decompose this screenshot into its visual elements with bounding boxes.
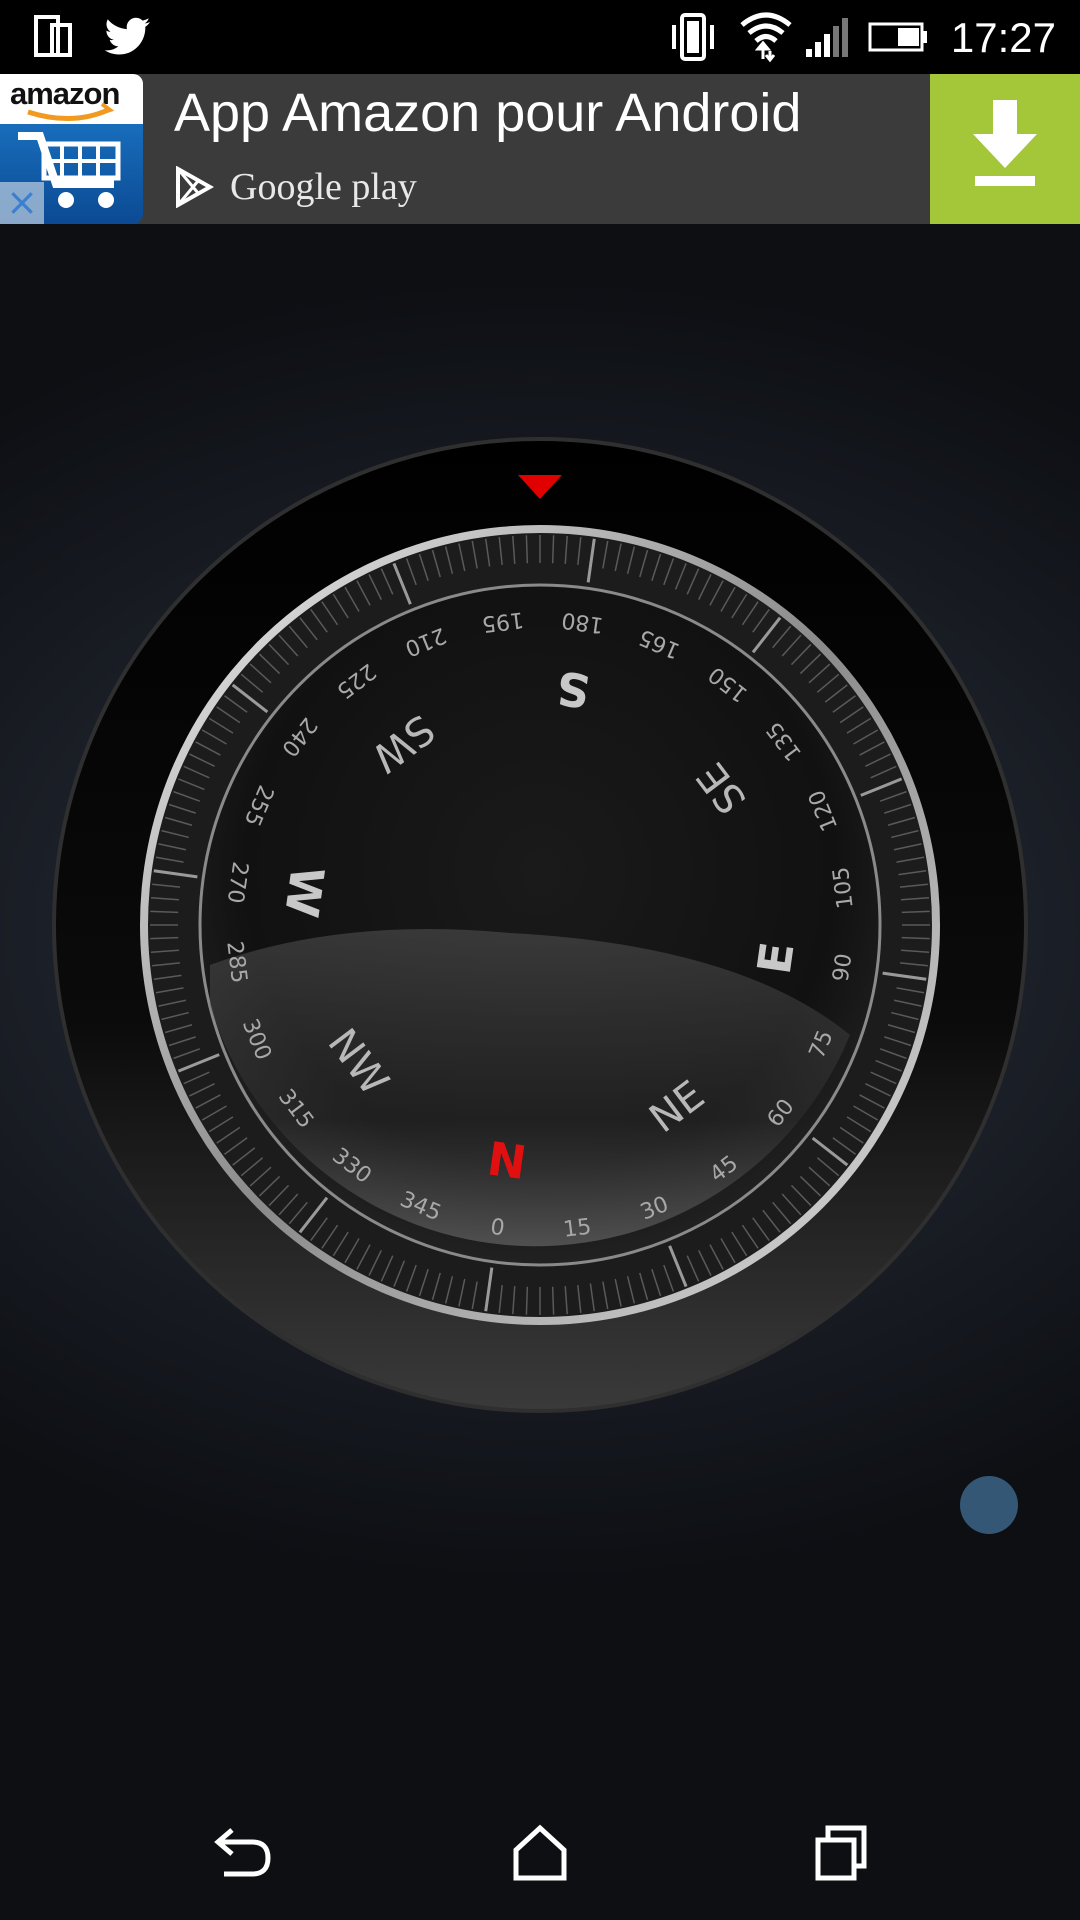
status-time: 17:27 (950, 14, 1056, 61)
google-play-badge[interactable]: Google play (174, 164, 417, 210)
minor-tick (150, 910, 179, 914)
twitter-icon (104, 10, 152, 64)
minor-tick (525, 535, 529, 564)
download-button[interactable] (930, 74, 1080, 224)
status-bar: 17:27 (0, 0, 1080, 74)
minor-tick (525, 1286, 529, 1315)
degree-label: 15 (562, 1215, 593, 1243)
degree-label: 105 (829, 865, 859, 910)
minor-tick (551, 535, 555, 564)
ad-banner[interactable]: amazon × App Amazon pour Android Google … (0, 74, 1080, 224)
degree-label: 90 (829, 952, 858, 983)
minor-tick (901, 910, 930, 914)
navigation-bar (0, 1776, 1080, 1920)
minor-tick (551, 1286, 555, 1315)
cardinal-n: N (484, 1131, 530, 1190)
home-icon[interactable] (500, 1812, 580, 1892)
minor-tick (150, 936, 179, 940)
download-icon (973, 100, 1037, 186)
compass-dial: 0 153045607590105120135150165180195210225… (52, 437, 1028, 1413)
battery-icon (868, 10, 928, 64)
close-icon[interactable]: × (0, 182, 44, 224)
signal-icon (804, 10, 854, 64)
play-store-icon (176, 166, 214, 208)
minor-tick (901, 936, 930, 940)
back-icon[interactable] (200, 1812, 280, 1892)
degree-label: 195 (480, 606, 525, 636)
floating-action-bubble[interactable] (960, 1476, 1018, 1534)
degree-label: 285 (221, 940, 251, 985)
notification-icon (34, 10, 74, 64)
vibrate-icon (668, 10, 718, 64)
wifi-icon (738, 10, 794, 64)
store-label: Google play (230, 166, 417, 208)
cardinal-w: W (274, 863, 335, 921)
recents-icon[interactable] (800, 1812, 880, 1892)
ad-title[interactable]: App Amazon pour Android (174, 82, 801, 144)
compass: 0 15 30 45 60 75 90 105 120 135 150 165 180 195 210 225… (45, 430, 1035, 1420)
